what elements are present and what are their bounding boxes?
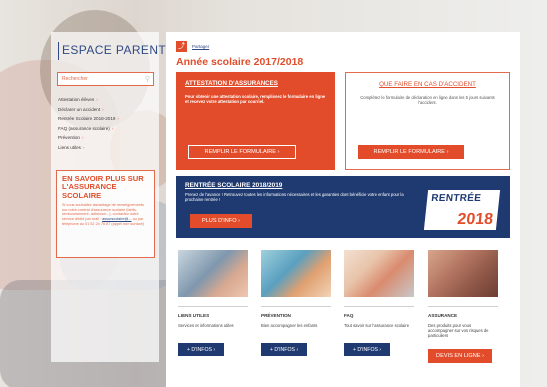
tile-divider <box>261 306 331 307</box>
tile-text-assurance: Des produits pour vous accompagner sur v… <box>428 323 489 339</box>
tile-heading-liens: LIENS UTILES <box>178 313 210 318</box>
page-title: Année scolaire 2017/2018 <box>176 56 304 68</box>
search-icon[interactable]: ⚲ <box>145 75 150 83</box>
share-control[interactable]: ⤴ Partager <box>176 41 209 52</box>
tile-heading-faq: FAQ <box>344 313 354 318</box>
prevention-info-button[interactable]: + D'INFOS › <box>261 343 307 356</box>
info-promo-box: EN SAVOIR PLUS SUR L'ASSURANCE SCOLAIRE … <box>56 170 155 258</box>
tile-divider <box>178 306 248 307</box>
sidebar-item-attestation[interactable]: Attestation élèves › <box>58 97 119 107</box>
sidebar-item-liens[interactable]: Liens utiles › <box>58 145 119 155</box>
tile-divider <box>428 306 498 307</box>
promo-email-link[interactable]: assurscolaire@... <box>102 217 131 221</box>
chevron-right-icon: › <box>296 346 299 353</box>
chevron-right-icon: › <box>111 125 114 131</box>
tile-text-liens: Services et informations utiles <box>178 323 234 328</box>
faq-info-button[interactable]: + D'INFOS › <box>344 343 390 356</box>
faq-image[interactable] <box>344 250 414 297</box>
devis-en-ligne-button[interactable]: DEVIS EN LIGNE › <box>428 349 492 363</box>
sidebar-item-prevention[interactable]: Prévention › <box>58 135 119 145</box>
prevention-image[interactable] <box>261 250 331 297</box>
search-box[interactable]: ⚲ <box>57 72 154 86</box>
liens-utiles-image[interactable] <box>178 250 248 297</box>
rentree-info-button[interactable]: PLUS D'INFO › <box>190 214 252 228</box>
chevron-right-icon: › <box>482 353 484 359</box>
accident-title[interactable]: QUE FAIRE EN CAS D'ACCIDENT <box>355 81 500 88</box>
chevron-right-icon: › <box>102 106 104 112</box>
attestation-title[interactable]: ATTESTATION D'ASSURANCES <box>185 80 326 87</box>
attestation-form-button[interactable]: REMPLIR LE FORMULAIRE › <box>188 145 296 159</box>
tile-text-faq: Tout savoir sur l'assurance scolaire <box>344 323 410 328</box>
sidebar-title: ESPACE PARENTS <box>62 43 175 57</box>
tile-heading-prevention: PRÉVENTION <box>261 313 291 318</box>
sidebar-item-accident[interactable]: Déclarer un accident › <box>58 107 119 117</box>
attestation-text: Pour obtenir une attestation scolaire, r… <box>185 94 326 105</box>
accident-form-button[interactable]: REMPLIR LE FORMULAIRE › <box>358 145 464 159</box>
rentree-2018-logo: RENTRÉE 2018 <box>423 190 501 230</box>
share-label[interactable]: Partager <box>192 44 209 49</box>
chevron-right-icon: › <box>96 97 98 102</box>
tile-heading-assurance: ASSURANCE <box>428 313 458 318</box>
share-icon[interactable]: ⤴ <box>176 41 187 52</box>
liens-info-button[interactable]: + D'INFOS › <box>178 343 224 356</box>
title-divider <box>58 42 59 60</box>
chevron-right-icon: › <box>213 346 216 353</box>
chevron-right-icon: › <box>446 149 449 155</box>
sidebar-item-faq[interactable]: FAQ (assurance scolaire) › <box>58 126 119 136</box>
sidebar-nav: Attestation élèves › Déclarer un accident… <box>58 97 119 154</box>
chevron-right-icon: › <box>117 116 119 121</box>
promo-text: Si vous souhaitez davantage de renseigne… <box>62 203 145 226</box>
search-input[interactable] <box>62 76 142 82</box>
accident-text: Complétez le formulaire de déclaration e… <box>360 95 495 106</box>
chevron-right-icon: › <box>238 218 241 224</box>
sidebar-item-rentree[interactable]: Rentrée Scolaire 2018-2019 › <box>58 116 119 126</box>
tile-text-prevention: Bien accompagner les enfants <box>261 323 318 328</box>
chevron-right-icon: › <box>81 135 84 140</box>
chevron-right-icon: › <box>277 149 280 155</box>
chevron-right-icon: › <box>379 346 382 353</box>
chevron-right-icon: › <box>82 144 85 150</box>
rentree-title[interactable]: RENTRÉE SCOLAIRE 2018/2019 <box>185 182 501 189</box>
rentree-text: Prenez de l'avance ! Retrouvez toutes le… <box>185 192 404 203</box>
tile-divider <box>344 306 414 307</box>
promo-title: EN SAVOIR PLUS SUR L'ASSURANCE SCOLAIRE <box>62 174 144 200</box>
assurance-image[interactable] <box>428 250 498 297</box>
